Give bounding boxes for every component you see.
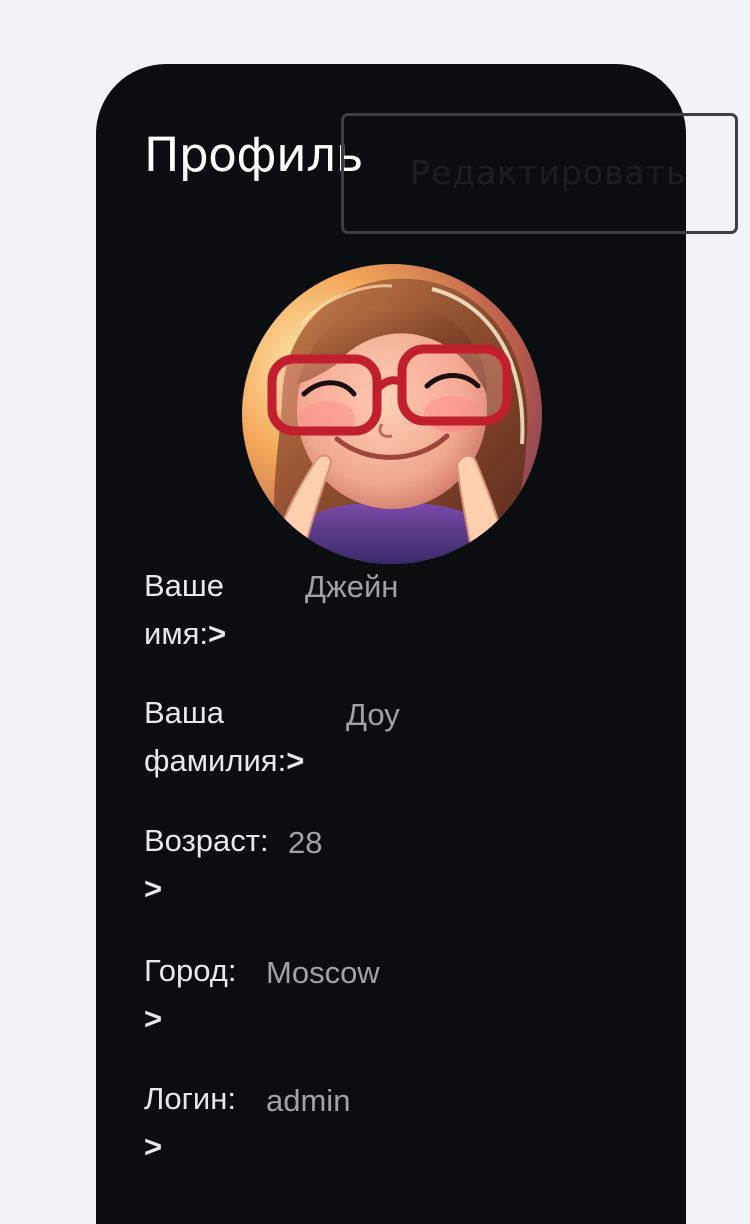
chevron-right-icon: > xyxy=(144,1001,163,1036)
age-label: Возраст: > xyxy=(144,823,269,906)
login-value: admin xyxy=(266,1083,351,1118)
chevron-right-icon: > xyxy=(208,616,227,651)
avatar xyxy=(242,264,542,564)
page-title: Профиль xyxy=(144,128,363,183)
last-name-value: Доу xyxy=(346,697,400,732)
avatar-illustration xyxy=(242,264,542,564)
chevron-right-icon: > xyxy=(144,871,163,906)
city-label: Город: > xyxy=(144,953,237,1036)
age-value: 28 xyxy=(288,825,323,860)
edit-profile-button[interactable]: Редактировать xyxy=(341,113,738,234)
chevron-right-icon: > xyxy=(144,1129,163,1164)
city-value: Moscow xyxy=(266,955,380,990)
first-name-value: Джейн xyxy=(305,569,399,604)
login-label: Логин: > xyxy=(144,1081,236,1164)
edit-button-label: Редактировать xyxy=(410,153,687,192)
first-name-label: Ваше имя:> xyxy=(144,568,227,651)
last-name-label: Ваша фамилия:> xyxy=(144,695,305,778)
chevron-right-icon: > xyxy=(286,743,305,778)
